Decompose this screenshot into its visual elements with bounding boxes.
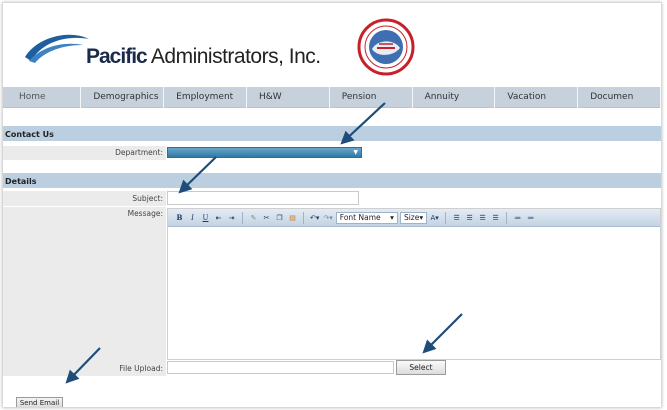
- outdent-icon[interactable]: ⇤: [213, 212, 224, 224]
- copy-icon[interactable]: ❐: [274, 212, 285, 224]
- company-logo[interactable]: Pacific Administrators, Inc.: [23, 31, 321, 71]
- nav-item-employment[interactable]: Employment: [164, 87, 247, 108]
- file-upload-label: File Upload:: [3, 360, 166, 376]
- nav-item-hw[interactable]: H&W: [247, 87, 330, 108]
- company-name-light: Administrators, Inc.: [146, 45, 321, 68]
- message-editor[interactable]: B I U ⇤ ⇥ ✎ ✂ ❐ ▤ ↶▾ ↷▾ Font Name ▾ Size…: [167, 208, 661, 360]
- details-header: Details: [3, 173, 661, 188]
- format-painter-icon[interactable]: ✎: [248, 212, 259, 224]
- nav-item-documents[interactable]: Documen: [578, 87, 661, 108]
- file-upload-row: File Upload: Select: [3, 360, 661, 376]
- font-size-dropdown[interactable]: Size▾: [399, 211, 428, 224]
- main-nav: Home Demographics Employment H&W Pension…: [3, 87, 661, 108]
- toolbar-divider: [445, 211, 447, 224]
- align-left-icon[interactable]: ☰: [451, 212, 462, 224]
- select-file-button[interactable]: Select: [396, 360, 446, 375]
- indent-icon[interactable]: ⇥: [226, 212, 237, 224]
- department-label: Department:: [3, 146, 166, 160]
- union-seal-icon: [357, 18, 415, 76]
- subject-label: Subject:: [3, 191, 166, 206]
- numbered-list-icon[interactable]: ≔: [512, 212, 523, 224]
- toolbar-divider: [242, 211, 243, 224]
- align-justify-icon[interactable]: ☰: [490, 212, 501, 224]
- company-name: Pacific Administrators, Inc.: [86, 45, 321, 69]
- nav-item-vacation[interactable]: Vacation: [495, 87, 579, 108]
- bullet-list-icon[interactable]: ≔: [525, 212, 536, 224]
- message-label: Message:: [3, 207, 166, 360]
- toolbar-divider: [506, 211, 508, 224]
- contact-us-header: Contact Us: [3, 126, 661, 141]
- align-center-icon[interactable]: ☰: [464, 212, 475, 224]
- nav-item-annuity[interactable]: Annuity: [413, 87, 496, 108]
- bold-button[interactable]: B: [174, 212, 185, 224]
- toolbar-divider: [303, 211, 304, 224]
- subject-row: Subject:: [3, 191, 661, 206]
- site-header: Pacific Administrators, Inc.: [3, 3, 661, 83]
- font-color-button[interactable]: A▾: [429, 212, 440, 224]
- chevron-down-icon: ▼: [353, 149, 358, 156]
- logo-swoosh-icon: [25, 34, 89, 63]
- paste-icon[interactable]: ▤: [287, 212, 298, 224]
- subject-input[interactable]: [167, 191, 359, 205]
- underline-button[interactable]: U: [200, 212, 211, 224]
- screenshot-frame: Pacific Administrators, Inc. Home Demogr…: [3, 3, 661, 407]
- undo-icon[interactable]: ↶▾: [309, 212, 320, 224]
- nav-item-home[interactable]: Home: [3, 87, 82, 108]
- nav-item-pension[interactable]: Pension: [330, 87, 413, 108]
- send-email-button[interactable]: Send Email: [16, 397, 63, 407]
- align-right-icon[interactable]: ☰: [477, 212, 488, 224]
- font-size-label: Size: [403, 212, 420, 222]
- company-name-bold: Pacific: [86, 45, 148, 68]
- font-color-label: A: [430, 213, 436, 222]
- cut-icon[interactable]: ✂: [261, 212, 272, 224]
- redo-icon[interactable]: ↷▾: [322, 212, 333, 224]
- editor-toolbar: B I U ⇤ ⇥ ✎ ✂ ❐ ▤ ↶▾ ↷▾ Font Name ▾ Size…: [168, 209, 660, 227]
- nav-item-demographics[interactable]: Demographics: [81, 87, 165, 108]
- department-row: Department: ▼: [3, 146, 661, 160]
- italic-button[interactable]: I: [187, 212, 198, 224]
- department-dropdown[interactable]: ▼: [167, 147, 362, 158]
- file-upload-input[interactable]: [167, 361, 394, 374]
- font-name-label: Font Name: [339, 212, 381, 222]
- font-name-dropdown[interactable]: Font Name ▾: [335, 211, 398, 224]
